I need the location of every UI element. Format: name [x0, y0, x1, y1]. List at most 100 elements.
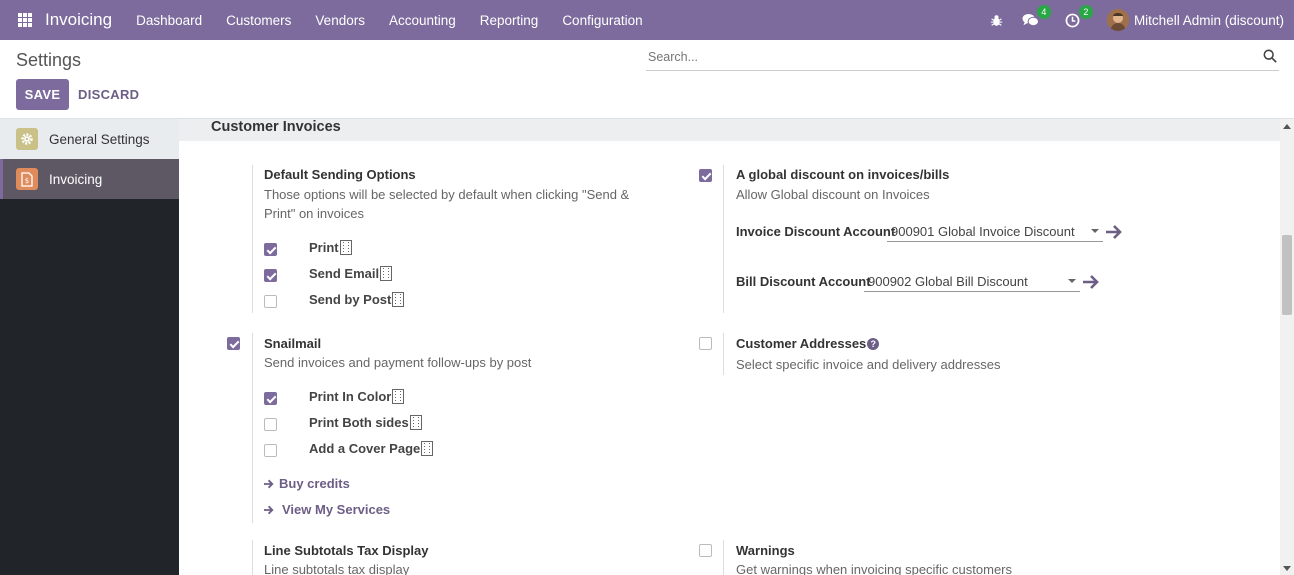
arrow-right-icon	[264, 479, 274, 488]
divider	[252, 540, 253, 575]
snailmail-checkbox[interactable]	[227, 337, 240, 350]
warnings-desc: Get warnings when invoicing specific cus…	[736, 562, 1013, 575]
menu-reporting[interactable]: Reporting	[468, 13, 551, 28]
app-name[interactable]: Invoicing	[45, 10, 112, 30]
customer-addresses-title-row: Customer Addresses?	[736, 336, 880, 351]
page-title: Settings	[16, 50, 82, 70]
buy-credits-link[interactable]: Buy credits	[264, 476, 350, 491]
send-by-post-checkbox[interactable]	[264, 295, 277, 308]
divider	[723, 540, 724, 575]
search-icon[interactable]	[1263, 49, 1277, 66]
print-label: Print	[309, 240, 339, 255]
bill-discount-account-label: Bill Discount Account	[736, 274, 871, 289]
print-both-sides-checkbox[interactable]	[264, 418, 277, 431]
apps-menu-icon[interactable]	[18, 13, 32, 27]
settings-sidebar: General Settings $ Invoicing	[0, 119, 179, 575]
invoice-discount-account-select[interactable]: 900901 Global Invoice Discount	[887, 222, 1103, 242]
send-by-post-option: Send by Post	[309, 292, 405, 307]
messages-chat-icon[interactable]: 4	[1021, 5, 1051, 30]
company-building-icon	[380, 266, 393, 281]
sidebar-item-general-settings[interactable]: General Settings	[0, 119, 179, 159]
sidebar-item-invoicing[interactable]: $ Invoicing	[0, 159, 179, 199]
global-discount-title: A global discount on invoices/bills	[736, 167, 950, 182]
default-sending-desc-1: Those options will be selected by defaul…	[264, 187, 630, 202]
scroll-thumb[interactable]	[1282, 235, 1292, 315]
gear-icon	[16, 128, 38, 150]
invoice-account-external-arrow-icon[interactable]	[1105, 224, 1123, 243]
print-option: Print	[309, 240, 352, 255]
print-in-color-checkbox[interactable]	[264, 392, 277, 405]
line-subtotals-title: Line Subtotals Tax Display	[264, 543, 429, 558]
settings-content: Customer Invoices Default Sending Option…	[179, 119, 1280, 575]
svg-text:$: $	[25, 177, 29, 185]
warnings-title: Warnings	[736, 543, 795, 558]
sidebar-item-label: General Settings	[49, 131, 150, 147]
discard-button[interactable]: DISCARD	[78, 79, 139, 110]
arrow-right-icon	[264, 505, 274, 514]
print-both-sides-label: Print Both sides	[309, 415, 409, 430]
snailmail-desc: Send invoices and payment follow-ups by …	[264, 355, 532, 370]
top-navbar: Invoicing Dashboard Customers Vendors Ac…	[0, 0, 1294, 40]
activities-clock-icon[interactable]: 2	[1063, 5, 1093, 30]
send-by-post-label: Send by Post	[309, 292, 392, 307]
user-name[interactable]: Mitchell Admin (discount)	[1134, 13, 1284, 28]
invoice-discount-account-value: 900901 Global Invoice Discount	[891, 224, 1075, 239]
invoice-icon: $	[16, 168, 38, 190]
content-scrollbar[interactable]	[1280, 119, 1294, 575]
section-header: Customer Invoices	[179, 119, 1280, 141]
snailmail-title: Snailmail	[264, 336, 322, 351]
divider	[723, 333, 724, 375]
add-cover-page-checkbox[interactable]	[264, 444, 277, 457]
main-menu: Dashboard Customers Vendors Accounting R…	[124, 13, 655, 28]
help-question-icon[interactable]: ?	[867, 337, 880, 350]
print-checkbox[interactable]	[264, 243, 277, 256]
global-discount-checkbox[interactable]	[699, 169, 712, 182]
user-avatar[interactable]	[1106, 9, 1129, 31]
send-email-checkbox[interactable]	[264, 269, 277, 282]
buy-credits-label: Buy credits	[279, 476, 350, 491]
scroll-down-arrow-icon[interactable]	[1283, 566, 1291, 571]
sidebar-item-label: Invoicing	[49, 171, 103, 187]
divider	[252, 165, 253, 313]
search-box	[646, 45, 1279, 71]
invoice-discount-account-label: Invoice Discount Account	[736, 224, 896, 239]
company-building-icon	[392, 292, 405, 307]
debug-bug-icon[interactable]	[987, 10, 1007, 30]
divider	[723, 165, 724, 313]
activities-count-badge: 2	[1078, 5, 1093, 19]
customer-addresses-title: Customer Addresses	[736, 336, 867, 351]
print-in-color-label: Print In Color	[309, 389, 392, 404]
customer-addresses-checkbox[interactable]	[699, 337, 712, 350]
chevron-down-icon	[1091, 229, 1099, 233]
bill-account-external-arrow-icon[interactable]	[1082, 274, 1100, 293]
control-panel: Settings SAVE DISCARD	[0, 40, 1294, 119]
scroll-up-arrow-icon[interactable]	[1283, 124, 1291, 129]
company-building-icon	[339, 240, 352, 255]
default-sending-title: Default Sending Options	[264, 167, 416, 182]
send-email-option: Send Email	[309, 266, 393, 281]
add-cover-page-option: Add a Cover Page	[309, 441, 434, 456]
menu-customers[interactable]: Customers	[214, 13, 303, 28]
view-my-services-link[interactable]: View My Services	[264, 502, 390, 517]
menu-vendors[interactable]: Vendors	[303, 13, 377, 28]
divider	[252, 333, 253, 523]
company-building-icon	[421, 441, 434, 456]
view-my-services-label: View My Services	[282, 502, 391, 517]
navbar-systray: 4 2 Mitchell Admin (discount)	[973, 0, 1284, 40]
warnings-checkbox[interactable]	[699, 544, 712, 557]
search-input[interactable]	[646, 45, 1246, 69]
chevron-down-icon	[1068, 279, 1076, 283]
global-discount-desc: Allow Global discount on Invoices	[736, 187, 930, 202]
section-title: Customer Invoices	[211, 119, 341, 135]
bill-discount-account-select[interactable]: 900902 Global Bill Discount	[864, 272, 1080, 292]
menu-configuration[interactable]: Configuration	[550, 13, 654, 28]
customer-addresses-desc: Select specific invoice and delivery add…	[736, 357, 1001, 372]
menu-accounting[interactable]: Accounting	[377, 13, 468, 28]
menu-dashboard[interactable]: Dashboard	[124, 13, 214, 28]
bill-discount-account-value: 900902 Global Bill Discount	[868, 274, 1028, 289]
company-building-icon	[392, 389, 405, 404]
messages-count-badge: 4	[1036, 5, 1051, 19]
default-sending-desc-2: Print" on invoices	[264, 206, 364, 221]
save-button[interactable]: SAVE	[16, 79, 69, 110]
company-building-icon	[409, 415, 422, 430]
